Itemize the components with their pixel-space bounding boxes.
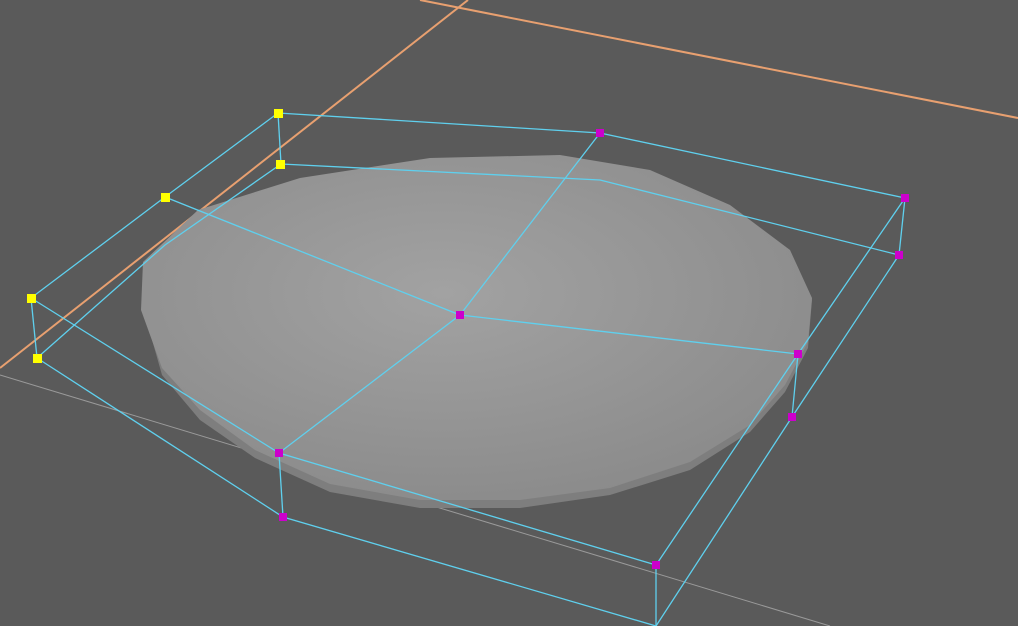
lattice-point[interactable] (794, 350, 802, 358)
lattice-point-selected[interactable] (27, 294, 36, 303)
lattice-point[interactable] (901, 194, 909, 202)
lattice-point-selected[interactable] (33, 354, 42, 363)
lattice-point-selected[interactable] (274, 109, 283, 118)
lattice-point[interactable] (652, 561, 660, 569)
lattice-point[interactable] (895, 251, 903, 259)
lattice-point[interactable] (275, 449, 283, 457)
lattice-point[interactable] (279, 513, 287, 521)
lattice-point-selected[interactable] (161, 193, 170, 202)
lattice-point[interactable] (456, 311, 464, 319)
3d-viewport[interactable] (0, 0, 1018, 626)
viewport-canvas (0, 0, 1018, 626)
lattice-point-selected[interactable] (276, 160, 285, 169)
lattice-point[interactable] (596, 129, 604, 137)
lattice-point[interactable] (788, 413, 796, 421)
